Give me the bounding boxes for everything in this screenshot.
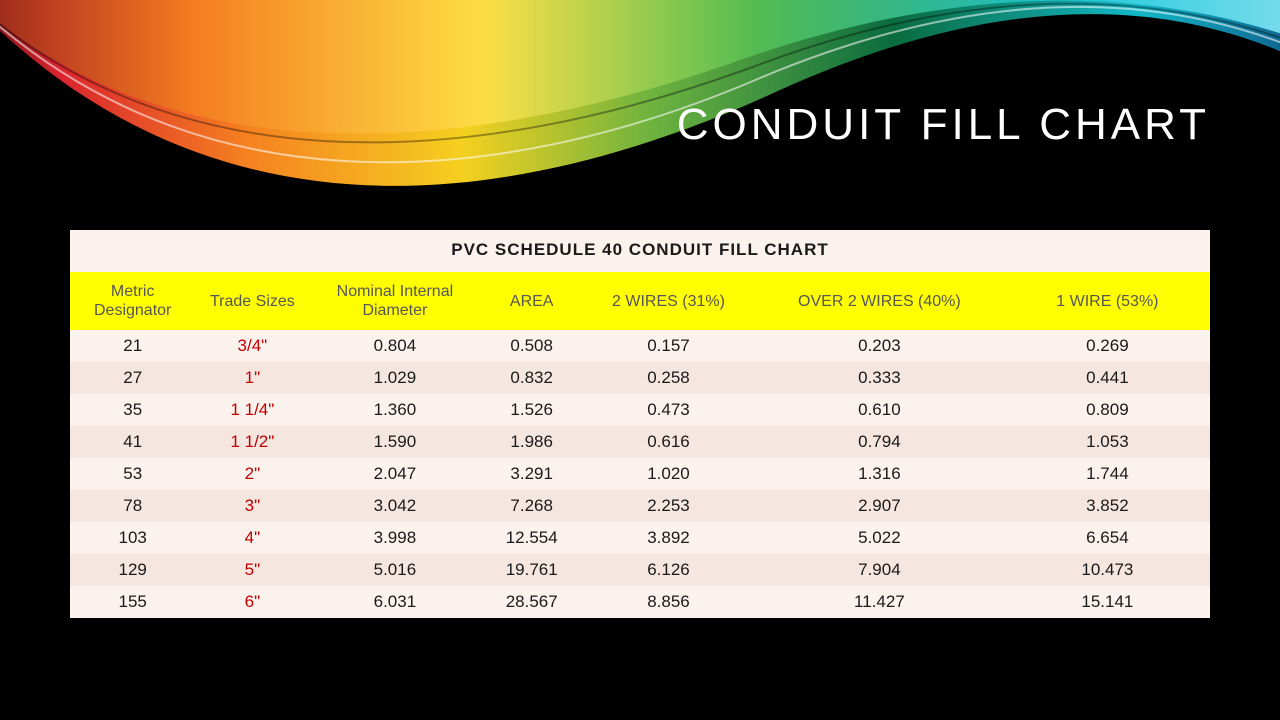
- page-title: CONDUIT FILL CHART: [677, 100, 1210, 150]
- cell-w2: 0.473: [583, 394, 754, 426]
- cell-metric: 155: [70, 586, 195, 618]
- cell-area: 12.554: [480, 522, 583, 554]
- fill-chart-table: PVC SCHEDULE 40 CONDUIT FILL CHART Metri…: [70, 230, 1210, 618]
- cell-area: 28.567: [480, 586, 583, 618]
- cell-o2: 11.427: [754, 586, 1005, 618]
- cell-metric: 27: [70, 362, 195, 394]
- cell-metric: 41: [70, 426, 195, 458]
- cell-nid: 5.016: [309, 554, 480, 586]
- cell-o2: 0.203: [754, 330, 1005, 362]
- cell-nid: 1.029: [309, 362, 480, 394]
- cell-trade: 4": [195, 522, 309, 554]
- cell-w1: 0.809: [1005, 394, 1210, 426]
- cell-metric: 129: [70, 554, 195, 586]
- cell-area: 3.291: [480, 458, 583, 490]
- cell-w1: 0.269: [1005, 330, 1210, 362]
- cell-area: 19.761: [480, 554, 583, 586]
- table-row: 1034"3.99812.5543.8925.0226.654: [70, 522, 1210, 554]
- cell-w2: 2.253: [583, 490, 754, 522]
- table-row: 213/4"0.8040.5080.1570.2030.269: [70, 330, 1210, 362]
- table-row: 411 1/2"1.5901.9860.6160.7941.053: [70, 426, 1210, 458]
- table-row: 532"2.0473.2911.0201.3161.744: [70, 458, 1210, 490]
- col-nid: Nominal Internal Diameter: [309, 272, 480, 330]
- cell-o2: 1.316: [754, 458, 1005, 490]
- cell-w2: 6.126: [583, 554, 754, 586]
- col-2wires: 2 WIRES (31%): [583, 272, 754, 330]
- cell-trade: 1 1/4": [195, 394, 309, 426]
- cell-trade: 1": [195, 362, 309, 394]
- cell-w1: 6.654: [1005, 522, 1210, 554]
- cell-w2: 3.892: [583, 522, 754, 554]
- table-header-row: Metric Designator Trade Sizes Nominal In…: [70, 272, 1210, 330]
- table-row: 1556"6.03128.5678.85611.42715.141: [70, 586, 1210, 618]
- col-metric: Metric Designator: [70, 272, 195, 330]
- cell-nid: 2.047: [309, 458, 480, 490]
- cell-nid: 1.360: [309, 394, 480, 426]
- cell-trade: 3": [195, 490, 309, 522]
- table-row: 1295"5.01619.7616.1267.90410.473: [70, 554, 1210, 586]
- cell-w1: 10.473: [1005, 554, 1210, 586]
- cell-nid: 6.031: [309, 586, 480, 618]
- cell-w2: 1.020: [583, 458, 754, 490]
- cell-nid: 3.998: [309, 522, 480, 554]
- cell-w1: 1.744: [1005, 458, 1210, 490]
- cell-w1: 0.441: [1005, 362, 1210, 394]
- cell-w2: 8.856: [583, 586, 754, 618]
- cell-trade: 1 1/2": [195, 426, 309, 458]
- cell-nid: 3.042: [309, 490, 480, 522]
- cell-area: 7.268: [480, 490, 583, 522]
- cell-area: 0.508: [480, 330, 583, 362]
- cell-w1: 15.141: [1005, 586, 1210, 618]
- cell-metric: 35: [70, 394, 195, 426]
- cell-nid: 0.804: [309, 330, 480, 362]
- cell-area: 1.986: [480, 426, 583, 458]
- cell-w2: 0.616: [583, 426, 754, 458]
- table-title: PVC SCHEDULE 40 CONDUIT FILL CHART: [70, 230, 1210, 272]
- table-row: 271"1.0290.8320.2580.3330.441: [70, 362, 1210, 394]
- cell-trade: 3/4": [195, 330, 309, 362]
- table-row: 783"3.0427.2682.2532.9073.852: [70, 490, 1210, 522]
- cell-area: 0.832: [480, 362, 583, 394]
- cell-o2: 0.794: [754, 426, 1005, 458]
- col-area: AREA: [480, 272, 583, 330]
- cell-trade: 6": [195, 586, 309, 618]
- cell-area: 1.526: [480, 394, 583, 426]
- cell-w1: 3.852: [1005, 490, 1210, 522]
- cell-nid: 1.590: [309, 426, 480, 458]
- cell-w1: 1.053: [1005, 426, 1210, 458]
- cell-w2: 0.258: [583, 362, 754, 394]
- cell-trade: 2": [195, 458, 309, 490]
- cell-metric: 78: [70, 490, 195, 522]
- col-over2: OVER 2 WIRES (40%): [754, 272, 1005, 330]
- col-1wire: 1 WIRE (53%): [1005, 272, 1210, 330]
- cell-w2: 0.157: [583, 330, 754, 362]
- cell-o2: 2.907: [754, 490, 1005, 522]
- cell-metric: 103: [70, 522, 195, 554]
- cell-o2: 0.333: [754, 362, 1005, 394]
- cell-metric: 21: [70, 330, 195, 362]
- cell-o2: 7.904: [754, 554, 1005, 586]
- table-row: 351 1/4"1.3601.5260.4730.6100.809: [70, 394, 1210, 426]
- cell-o2: 5.022: [754, 522, 1005, 554]
- col-trade: Trade Sizes: [195, 272, 309, 330]
- cell-o2: 0.610: [754, 394, 1005, 426]
- cell-metric: 53: [70, 458, 195, 490]
- cell-trade: 5": [195, 554, 309, 586]
